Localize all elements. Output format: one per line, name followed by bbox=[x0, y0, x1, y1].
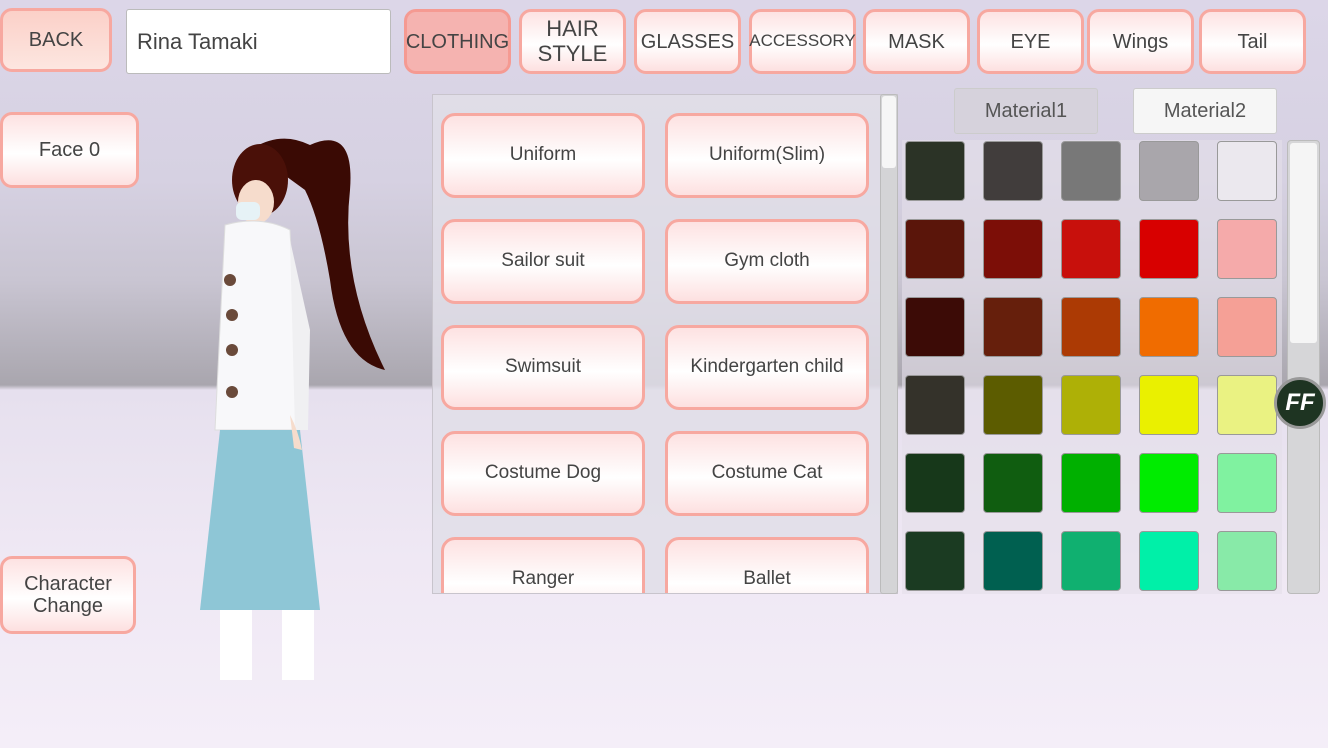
tab-eye[interactable]: EYE bbox=[977, 9, 1084, 74]
color-palette-scrollbar[interactable] bbox=[1287, 140, 1320, 594]
color-swatch[interactable] bbox=[1139, 531, 1199, 591]
character-change-button[interactable]: Character Change bbox=[0, 556, 136, 634]
scrollbar-thumb[interactable] bbox=[1290, 143, 1317, 343]
clothing-item-button[interactable]: Ballet bbox=[665, 537, 869, 593]
color-swatch[interactable] bbox=[1139, 297, 1199, 357]
clothing-list-panel: Uniform Uniform(Slim) Sailor suit Gym cloth… bbox=[432, 94, 898, 594]
color-swatch[interactable] bbox=[1217, 531, 1277, 591]
clothing-item-button[interactable]: Costume Dog bbox=[441, 431, 645, 516]
color-swatch[interactable] bbox=[983, 453, 1043, 513]
color-swatch[interactable] bbox=[1217, 375, 1277, 435]
color-swatch[interactable] bbox=[1061, 453, 1121, 513]
color-swatch[interactable] bbox=[983, 297, 1043, 357]
color-swatch[interactable] bbox=[983, 375, 1043, 435]
tab-hair-style[interactable]: HAIR STYLE bbox=[519, 9, 626, 74]
color-swatch[interactable] bbox=[905, 297, 965, 357]
color-swatch[interactable] bbox=[1139, 375, 1199, 435]
color-swatch[interactable] bbox=[905, 219, 965, 279]
color-swatch[interactable] bbox=[1139, 141, 1199, 201]
color-swatch[interactable] bbox=[1217, 297, 1277, 357]
color-palette bbox=[902, 140, 1282, 594]
fast-forward-button[interactable]: FF bbox=[1274, 377, 1326, 429]
tab-mask[interactable]: MASK bbox=[863, 9, 970, 74]
tab-material2[interactable]: Material2 bbox=[1133, 88, 1277, 134]
color-swatch[interactable] bbox=[1061, 375, 1121, 435]
color-swatch[interactable] bbox=[905, 531, 965, 591]
back-button[interactable]: BACK bbox=[0, 8, 112, 72]
clothing-item-button[interactable]: Kindergarten child bbox=[665, 325, 869, 410]
tab-clothing[interactable]: CLOTHING bbox=[404, 9, 511, 74]
tab-accessory[interactable]: ACCESSORY bbox=[749, 9, 856, 74]
color-swatch[interactable] bbox=[1217, 141, 1277, 201]
color-swatch[interactable] bbox=[983, 531, 1043, 591]
color-swatch[interactable] bbox=[1217, 219, 1277, 279]
clothing-item-button[interactable]: Costume Cat bbox=[665, 431, 869, 516]
scrollbar-thumb[interactable] bbox=[882, 96, 896, 168]
color-swatch[interactable] bbox=[983, 219, 1043, 279]
clothing-list-scrollbar[interactable] bbox=[880, 94, 898, 594]
color-swatch[interactable] bbox=[1061, 141, 1121, 201]
color-swatch[interactable] bbox=[1061, 219, 1121, 279]
clothing-item-button[interactable]: Gym cloth bbox=[665, 219, 869, 304]
tab-wings[interactable]: Wings bbox=[1087, 9, 1194, 74]
clothing-item-button[interactable]: Ranger bbox=[441, 537, 645, 593]
tab-material1[interactable]: Material1 bbox=[954, 88, 1098, 134]
character-model bbox=[200, 138, 385, 680]
color-swatch[interactable] bbox=[905, 453, 965, 513]
color-swatch[interactable] bbox=[1061, 531, 1121, 591]
color-swatch[interactable] bbox=[1139, 453, 1199, 513]
face-button[interactable]: Face 0 bbox=[0, 112, 139, 188]
color-swatch[interactable] bbox=[905, 141, 965, 201]
clothing-item-button[interactable]: Uniform(Slim) bbox=[665, 113, 869, 198]
color-swatch[interactable] bbox=[983, 141, 1043, 201]
color-swatch[interactable] bbox=[905, 375, 965, 435]
color-swatch[interactable] bbox=[1061, 297, 1121, 357]
character-name-input[interactable] bbox=[126, 9, 391, 74]
color-swatch[interactable] bbox=[1139, 219, 1199, 279]
tab-tail[interactable]: Tail bbox=[1199, 9, 1306, 74]
tab-glasses[interactable]: GLASSES bbox=[634, 9, 741, 74]
clothing-item-button[interactable]: Uniform bbox=[441, 113, 645, 198]
clothing-item-button[interactable]: Sailor suit bbox=[441, 219, 645, 304]
clothing-item-button[interactable]: Swimsuit bbox=[441, 325, 645, 410]
color-swatch[interactable] bbox=[1217, 453, 1277, 513]
